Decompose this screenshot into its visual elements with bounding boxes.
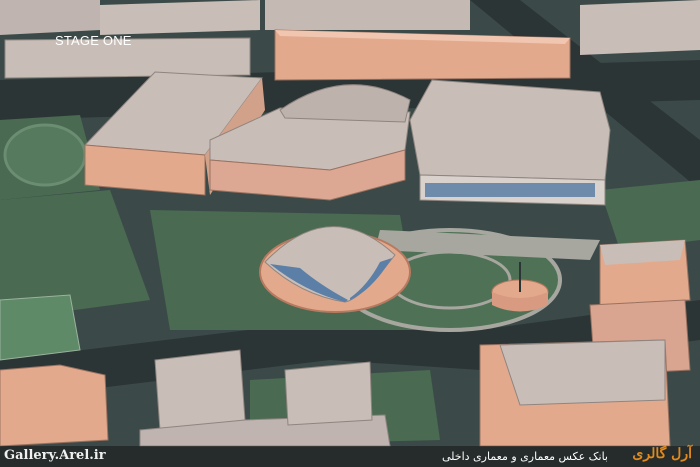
watermark-description: بانک عکس معماری و معماری داخلی (441, 450, 608, 463)
track-field (3, 123, 87, 187)
tennis-courts (0, 294, 81, 361)
campus-render (0, 0, 700, 467)
building-far-2 (100, 0, 260, 35)
building-far-1 (0, 0, 100, 35)
building-front-center-3 (284, 361, 373, 426)
building-front-center-1 (154, 349, 246, 431)
building-front-right-roof (499, 339, 666, 406)
watermark-site: Gallery.Arel.ir (4, 448, 106, 463)
building-far-4 (580, 0, 700, 55)
stage-label: STAGE ONE (55, 33, 132, 48)
building-front-left (0, 364, 109, 447)
watermark-brand: آرل گالری (632, 446, 692, 462)
building-far-3 (265, 0, 470, 30)
hall-right-roof (409, 79, 611, 181)
hall-right-glazing (425, 183, 595, 197)
